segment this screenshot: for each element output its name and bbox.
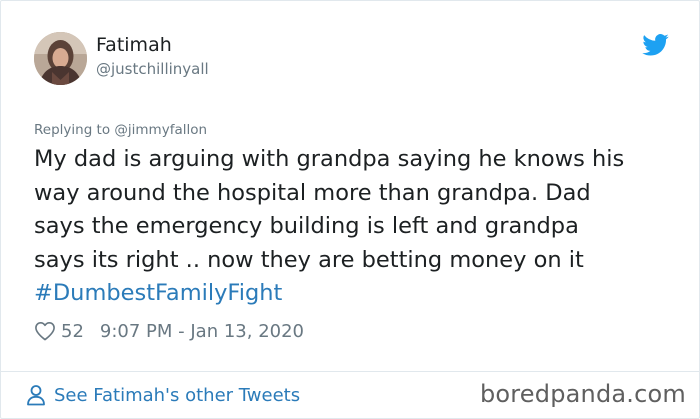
author-handle[interactable]: @justchillinyall — [96, 60, 209, 78]
replying-to-label: Replying to @jimmyfallon — [34, 122, 208, 138]
avatar-image — [34, 32, 87, 85]
heart-outline-icon[interactable] — [34, 321, 56, 341]
author-display-name[interactable]: Fatimah — [96, 34, 172, 56]
see-other-tweets-link[interactable]: See Fatimah's other Tweets — [26, 382, 300, 408]
tweet-meta: 52 9:07 PM - Jan 13, 2020 — [34, 319, 304, 343]
avatar[interactable] — [34, 32, 87, 85]
like-count[interactable]: 52 — [61, 321, 84, 342]
tweet-text-line: way around the hospital more than grandp… — [34, 179, 591, 206]
watermark: boredpanda.com — [479, 380, 686, 408]
tweet-text-line: says the emergency building is left and … — [34, 213, 579, 239]
tweet-card: Fatimah @justchillinyall Replying to @ji… — [0, 0, 700, 419]
tweet-text: My dad is arguing with grandpa saying he… — [34, 143, 684, 311]
hashtag-link[interactable]: #DumbestFamilyFight — [34, 277, 684, 311]
see-other-tweets-label: See Fatimah's other Tweets — [54, 384, 301, 406]
footer-divider — [1, 371, 699, 372]
tweet-text-line: My dad is arguing with grandpa saying he… — [34, 146, 625, 172]
twitter-bird-icon[interactable] — [642, 34, 669, 56]
tweet-timestamp[interactable]: 9:07 PM - Jan 13, 2020 — [100, 321, 304, 342]
tweet-text-line: says its right .. now they are betting m… — [34, 246, 584, 273]
person-outline-icon — [27, 385, 45, 406]
